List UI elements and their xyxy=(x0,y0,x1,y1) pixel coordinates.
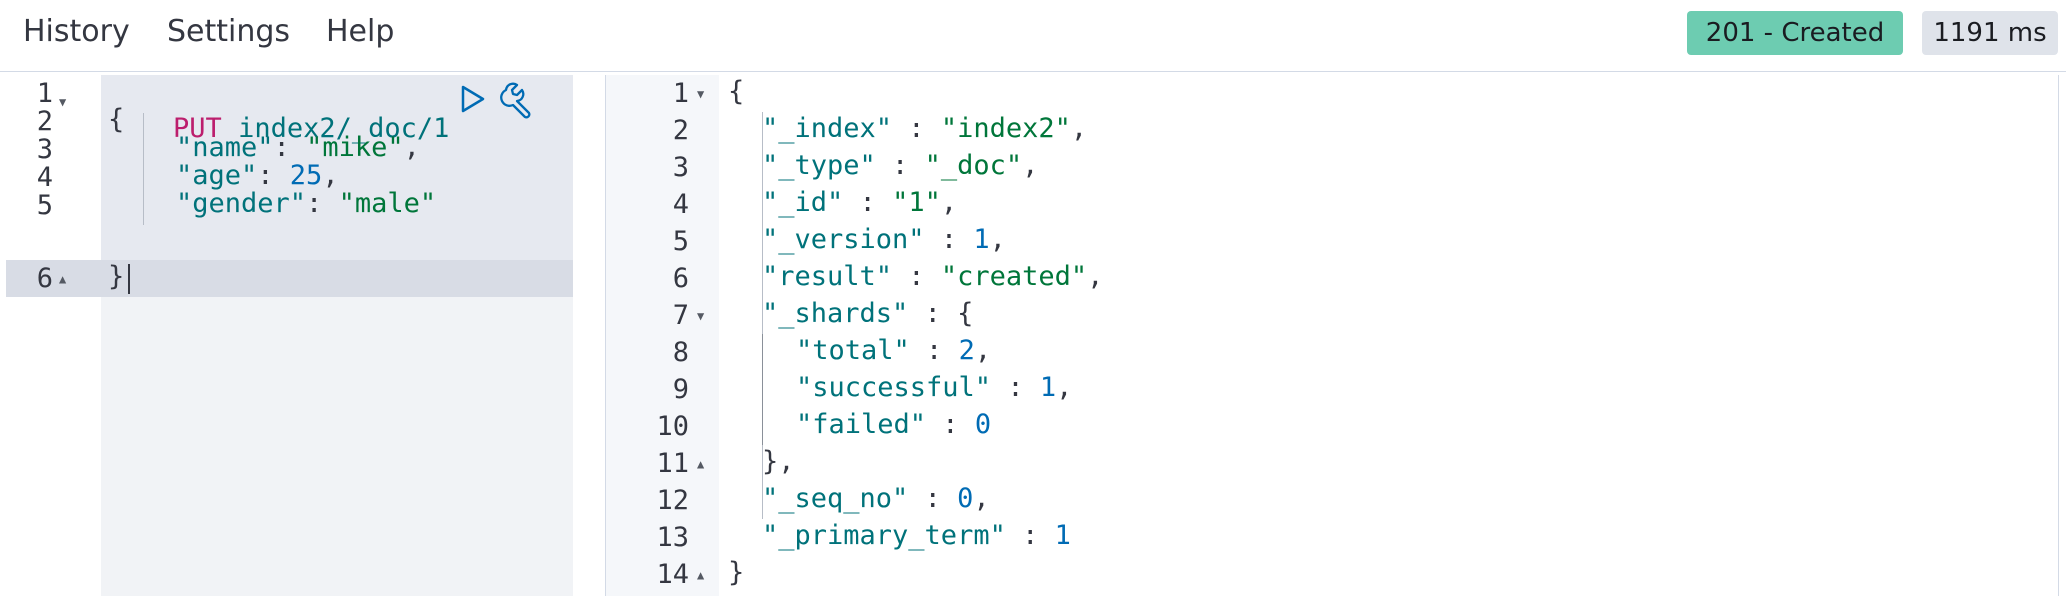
response-line-number: 2 xyxy=(672,115,689,146)
response-line-number: 5 xyxy=(672,226,689,257)
response-line-number: 11 xyxy=(656,448,689,479)
console-top-bar: History Settings Help 201 - Created 1191… xyxy=(0,0,2066,72)
response-line: { xyxy=(728,76,745,107)
request-line-number: 6 xyxy=(36,263,53,294)
response-status-badge: 201 - Created xyxy=(1687,11,1903,55)
indent-guide xyxy=(143,113,144,225)
response-edge xyxy=(2058,75,2059,596)
play-icon[interactable] xyxy=(459,84,487,121)
request-close-brace: } xyxy=(108,261,125,292)
response-line-number: 14 xyxy=(656,559,689,590)
response-line: "_type" : "_doc", xyxy=(762,150,1039,181)
response-line-number: 7 xyxy=(672,300,689,331)
response-line-number: 1 xyxy=(672,78,689,109)
response-line: "failed" : 0 xyxy=(796,409,992,440)
response-line-number: 6 xyxy=(672,263,689,294)
indent-guide xyxy=(762,112,763,519)
request-active-line xyxy=(6,260,573,297)
response-line: } xyxy=(728,557,745,588)
settings-menu-link[interactable]: Settings xyxy=(167,14,290,49)
response-line: "total" : 2, xyxy=(796,335,992,366)
fold-toggle-icon[interactable]: ▼ xyxy=(697,309,704,323)
request-open-brace: { xyxy=(108,104,125,135)
response-line: "result" : "created", xyxy=(762,261,1104,292)
request-line-number: 5 xyxy=(36,190,53,221)
response-line: }, xyxy=(762,446,795,477)
unfold-toggle-icon[interactable]: ▲ xyxy=(697,568,704,582)
response-line-number: 10 xyxy=(656,411,689,442)
response-line: "_version" : 1, xyxy=(762,224,1006,255)
response-line: "successful" : 1, xyxy=(796,372,1073,403)
response-time-badge: 1191 ms xyxy=(1922,11,2058,55)
response-viewer[interactable]: 1 2 3 4 5 6 7 8 9 10 11 12 13 14 ▼ ▼ ▲ ▲… xyxy=(605,75,2066,596)
request-line-method: PUT index2/_doc/1 xyxy=(108,73,449,144)
indent-guide xyxy=(762,334,763,445)
response-line-number: 4 xyxy=(672,189,689,220)
fold-toggle-icon[interactable]: ▼ xyxy=(59,95,66,109)
fold-toggle-icon[interactable]: ▼ xyxy=(697,87,704,101)
response-line: "_shards" : { xyxy=(762,298,974,329)
request-editor[interactable]: 1 2 3 4 5 6 ▼ ▲ PUT index2/_doc/1 { "nam… xyxy=(6,75,573,596)
response-line: "_seq_no" : 0, xyxy=(762,483,990,514)
wrench-icon[interactable] xyxy=(500,81,538,126)
response-line: "_primary_term" : 1 xyxy=(762,520,1071,551)
response-line-number: 3 xyxy=(672,152,689,183)
request-field-line: "gender": "male" xyxy=(176,188,437,219)
unfold-toggle-icon[interactable]: ▲ xyxy=(697,457,704,471)
response-line-number: 9 xyxy=(672,374,689,405)
help-menu-link[interactable]: Help xyxy=(326,14,394,49)
response-line-number: 12 xyxy=(656,485,689,516)
response-line: "_id" : "1", xyxy=(762,187,958,218)
response-line-number: 13 xyxy=(656,522,689,553)
history-menu-link[interactable]: History xyxy=(23,14,130,49)
unfold-toggle-icon[interactable]: ▲ xyxy=(59,272,66,286)
text-cursor xyxy=(128,264,130,294)
response-line-number: 8 xyxy=(672,337,689,368)
response-line: "_index" : "index2", xyxy=(762,113,1088,144)
